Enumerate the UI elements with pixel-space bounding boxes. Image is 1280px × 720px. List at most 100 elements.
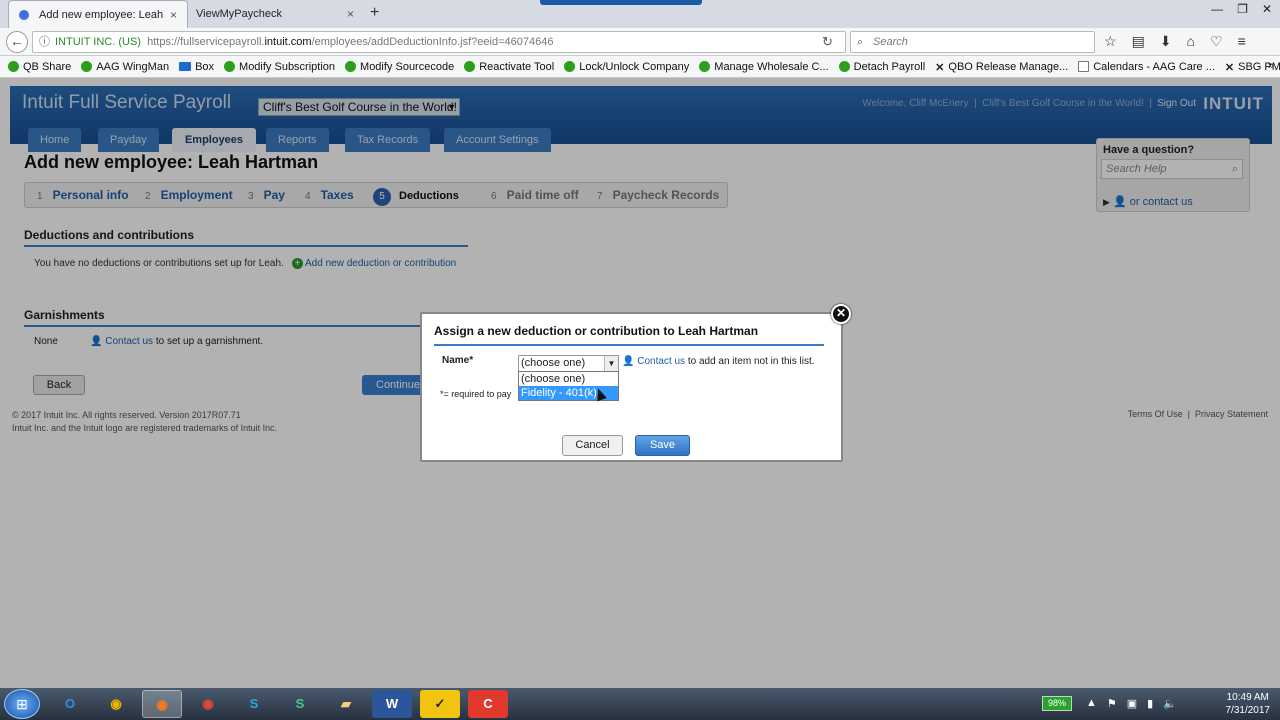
x-icon: ✕ — [935, 62, 945, 74]
close-icon[interactable]: ✕ — [831, 304, 851, 324]
bookmark-label: Manage Wholesale C... — [714, 60, 829, 73]
box-icon — [179, 62, 192, 71]
window-controls: — ❐ ✕ — [1211, 0, 1272, 16]
browser-nav-bar: ⓘ INTUIT INC. (US) https://fullservicepa… — [0, 28, 1280, 56]
slack-icon[interactable]: S — [280, 690, 320, 718]
bookmark-label: QB Share — [23, 60, 72, 73]
person-icon: 👤 — [622, 356, 635, 367]
bookmark-label: Lock/Unlock Company — [579, 60, 690, 73]
bookmark-label: Calendars - AAG Care ... — [1093, 60, 1215, 73]
calendar-icon — [1078, 61, 1090, 72]
assign-deduction-dialog: Assign a new deduction or contribution t… — [420, 304, 851, 462]
tab-label: Add new employee: Leah H — [39, 8, 164, 21]
bookmark-item[interactable]: Detach Payroll — [838, 60, 926, 73]
bookmark-item[interactable]: Box — [179, 61, 214, 73]
home-icon[interactable]: ⌂ — [1187, 33, 1195, 50]
minimize-icon[interactable]: — — [1211, 2, 1223, 16]
search-icon: ⌕ — [857, 36, 864, 48]
network-icon[interactable]: ▮ — [1147, 697, 1153, 710]
bookmark-item[interactable]: Calendars - AAG Care ... — [1078, 61, 1215, 73]
address-bar[interactable]: ⓘ INTUIT INC. (US) https://fullservicepa… — [32, 31, 846, 53]
bookmarks-overflow-icon[interactable]: » — [1268, 60, 1274, 72]
top-accent-bar — [540, 0, 702, 5]
site-info-icon[interactable]: ⓘ — [39, 32, 50, 52]
cancel-button[interactable]: Cancel — [562, 435, 623, 456]
required-note: *= required to pay — [440, 389, 512, 399]
bookmark-label: Box — [195, 60, 215, 73]
chrome-canary-icon[interactable]: ◉ — [96, 690, 136, 718]
restore-icon[interactable]: ❐ — [1237, 2, 1248, 16]
tab-add-employee[interactable]: Add new employee: Leah H × — [8, 0, 188, 28]
chevron-down-icon[interactable]: ▼ — [604, 356, 618, 371]
browser-toolbar: ☆ ▤ ⬇ ⌂ ♡ ≡ — [1104, 33, 1246, 50]
url-path: /employees/addDeductionInfo.jsf?eeid=460… — [311, 36, 554, 48]
bookmark-item[interactable]: Lock/Unlock Company — [564, 61, 689, 73]
norton-icon[interactable]: ✓ — [420, 690, 460, 718]
camtasia-icon[interactable]: C — [468, 690, 508, 718]
battery-indicator[interactable]: 98% — [1042, 696, 1072, 711]
browser-tab-bar: Add new employee: Leah H × ViewMyPaychec… — [0, 0, 1280, 28]
back-arrow-icon[interactable]: ← — [6, 31, 28, 53]
quickbooks-icon — [81, 61, 93, 72]
close-window-icon[interactable]: ✕ — [1262, 2, 1272, 16]
bookmark-item[interactable]: QB Share — [8, 61, 71, 73]
system-clock[interactable]: 10:49 AM 7/31/2017 — [1226, 691, 1271, 717]
bookmarks-bar: QB Share AAG WingMan Box Modify Subscrip… — [0, 56, 1280, 78]
deduction-name-select[interactable]: (choose one) ▼ — [518, 355, 619, 372]
url-prefix: https://fullservicepayroll. — [147, 36, 265, 48]
windows-taskbar: ⊞ O ◉ ◉ ◉ S S ▰ W ✓ C 98% ▲ ⚑ ▣ ▮ 🔈 10:4… — [0, 688, 1280, 720]
outlook-icon[interactable]: O — [50, 690, 90, 718]
tray-arrow-icon[interactable]: ▲ — [1086, 697, 1097, 710]
bookmark-star-icon[interactable]: ☆ — [1104, 33, 1117, 50]
quickbooks-icon — [838, 61, 850, 72]
quickbooks-icon — [464, 61, 476, 72]
word-icon[interactable]: W — [372, 690, 412, 718]
system-tray: ▲ ⚑ ▣ ▮ 🔈 — [1086, 697, 1177, 710]
search-input[interactable]: ⌕ Search — [850, 31, 1095, 53]
bookmark-item[interactable]: Manage Wholesale C... — [699, 60, 829, 73]
dialog-title: Assign a new deduction or contribution t… — [434, 324, 824, 346]
bookmark-item[interactable]: ✕ QBO Release Manage... — [935, 61, 1068, 75]
windows-start-icon[interactable]: ⊞ — [4, 689, 40, 719]
new-tab-button[interactable]: + — [370, 4, 379, 22]
contact-link[interactable]: Contact us — [637, 356, 685, 367]
skype-icon[interactable]: S — [234, 690, 274, 718]
screen: Add new employee: Leah H × ViewMyPaychec… — [0, 0, 1280, 720]
contact-text: to add an item not in this list. — [685, 356, 815, 367]
bookmark-item[interactable]: Reactivate Tool — [464, 61, 554, 73]
contact-prompt: 👤 Contact us to add an item not in this … — [622, 356, 815, 367]
tab-favicon-icon — [19, 9, 29, 20]
device-icon[interactable]: ▣ — [1127, 697, 1137, 710]
volume-icon[interactable]: 🔈 — [1163, 697, 1177, 710]
reload-icon[interactable]: ↻ — [822, 34, 833, 50]
bookmark-item[interactable]: Modify Subscription — [224, 61, 335, 73]
quickbooks-icon — [699, 61, 711, 72]
tab-close-icon[interactable]: × — [170, 8, 177, 22]
reading-list-icon[interactable]: ▤ — [1132, 33, 1145, 50]
chrome-icon[interactable]: ◉ — [188, 690, 228, 718]
pocket-icon[interactable]: ♡ — [1210, 33, 1223, 50]
download-icon[interactable]: ⬇ — [1160, 33, 1172, 50]
folder-icon[interactable]: ▰ — [326, 690, 366, 718]
firefox-icon[interactable]: ◉ — [142, 690, 182, 718]
tab-label: ViewMyPaycheck — [196, 8, 282, 20]
dropdown-option[interactable]: (choose one) — [519, 372, 618, 386]
bookmark-label: AAG WingMan — [96, 60, 170, 73]
save-button[interactable]: Save — [635, 435, 690, 456]
quickbooks-icon — [345, 61, 357, 72]
bookmark-label: Modify Subscription — [239, 60, 336, 73]
tab-viewmypaycheck[interactable]: ViewMyPaycheck × — [186, 0, 364, 28]
x-icon: ✕ — [1224, 62, 1235, 74]
menu-icon[interactable]: ≡ — [1238, 33, 1246, 50]
clock-time: 10:49 AM — [1226, 692, 1269, 703]
bookmark-label: Detach Payroll — [853, 60, 926, 73]
quickbooks-icon — [8, 61, 19, 72]
clock-date: 7/31/2017 — [1225, 705, 1271, 716]
select-value: (choose one) — [521, 357, 586, 369]
quickbooks-icon — [564, 61, 576, 72]
flag-icon[interactable]: ⚑ — [1107, 697, 1117, 710]
bookmark-item[interactable]: AAG WingMan — [81, 61, 169, 73]
name-label: Name* — [442, 355, 474, 366]
bookmark-item[interactable]: Modify Sourcecode — [345, 61, 454, 73]
tab-close-icon[interactable]: × — [347, 7, 354, 21]
